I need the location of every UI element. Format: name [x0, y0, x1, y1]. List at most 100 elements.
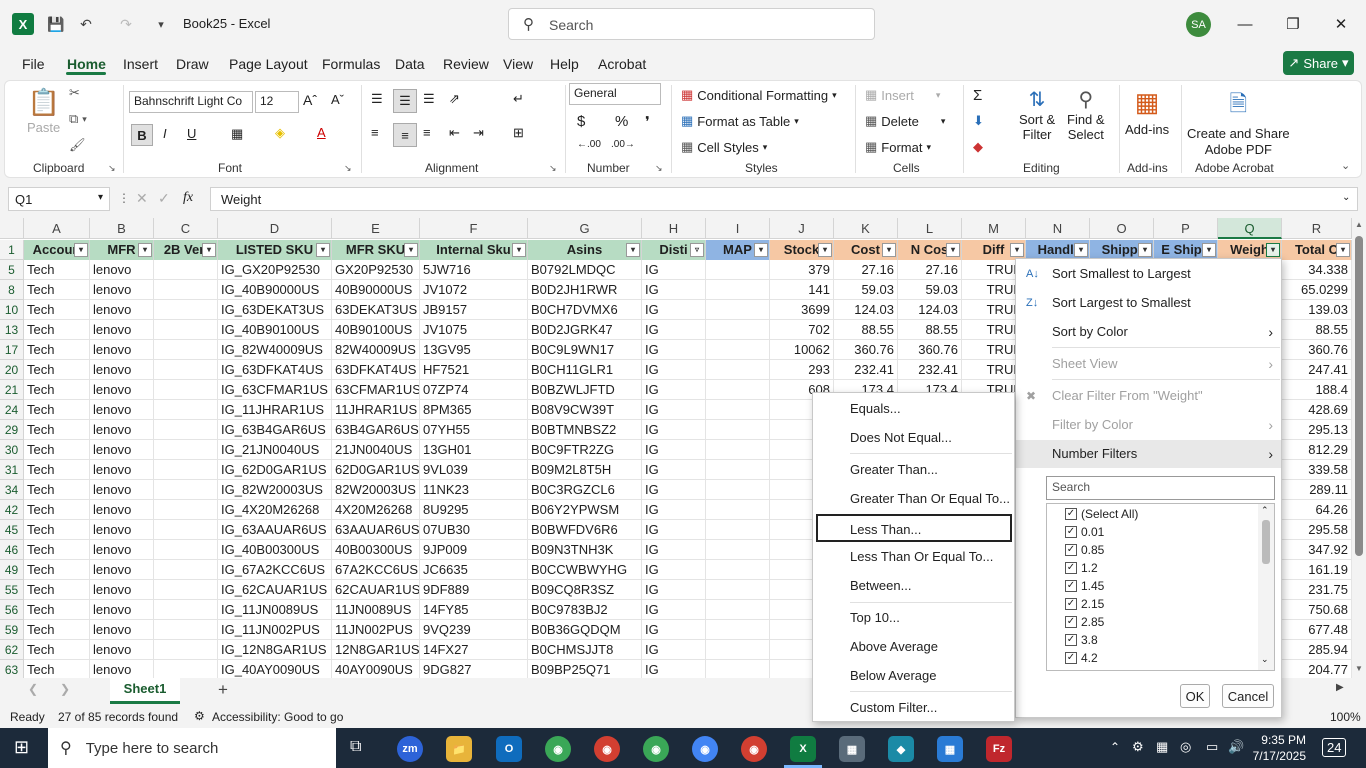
- table-cell[interactable]: 295.13: [1282, 420, 1352, 440]
- table-cell[interactable]: lenovo: [90, 300, 154, 320]
- table-cell[interactable]: lenovo: [90, 440, 154, 460]
- decrease-decimal-icon[interactable]: .00→: [611, 139, 635, 150]
- table-cell[interactable]: lenovo: [90, 360, 154, 380]
- table-cell[interactable]: lenovo: [90, 620, 154, 640]
- app-icon[interactable]: ▦: [937, 736, 963, 762]
- table-cell[interactable]: 07UB30: [420, 520, 528, 540]
- table-cell[interactable]: 40B90000US: [332, 280, 420, 300]
- filter-dropdown-icon[interactable]: ▾: [404, 243, 418, 257]
- row-header[interactable]: 5: [0, 260, 24, 280]
- vertical-scrollbar[interactable]: ▲ ▼: [1352, 218, 1366, 678]
- header-cell[interactable]: Accoun ▾: [24, 240, 90, 260]
- table-cell[interactable]: 141: [770, 280, 834, 300]
- number-filters-item[interactable]: Number Filters ›: [1016, 440, 1281, 468]
- ok-button[interactable]: OK: [1180, 684, 1210, 708]
- table-cell[interactable]: [154, 400, 218, 420]
- table-cell[interactable]: [154, 380, 218, 400]
- checkbox[interactable]: ✓: [1065, 652, 1077, 664]
- expand-formula-icon[interactable]: ⌄: [1342, 192, 1350, 203]
- table-cell[interactable]: 139.03: [1282, 300, 1352, 320]
- table-cell[interactable]: 27.16: [898, 260, 962, 280]
- table-cell[interactable]: IG_11JHRAR1US: [218, 400, 332, 420]
- table-cell[interactable]: IG: [642, 340, 706, 360]
- table-cell[interactable]: lenovo: [90, 460, 154, 480]
- chevron-up-icon[interactable]: ⌃: [1261, 505, 1269, 516]
- table-cell[interactable]: lenovo: [90, 540, 154, 560]
- table-cell[interactable]: [154, 620, 218, 640]
- table-cell[interactable]: Tech: [24, 340, 90, 360]
- app-icon[interactable]: ◆: [888, 736, 914, 762]
- table-cell[interactable]: lenovo: [90, 660, 154, 678]
- table-cell[interactable]: 13GH01: [420, 440, 528, 460]
- align-top-icon[interactable]: ☰: [371, 91, 383, 107]
- column-header-d[interactable]: D: [218, 218, 332, 239]
- table-cell[interactable]: Tech: [24, 520, 90, 540]
- create-pdf-button[interactable]: 🗎 Create and Share Adobe PDF: [1187, 87, 1290, 157]
- table-cell[interactable]: Tech: [24, 420, 90, 440]
- filter-value-item[interactable]: ✓ 1.2: [1065, 559, 1098, 577]
- table-cell[interactable]: [706, 360, 770, 380]
- row-header[interactable]: 21: [0, 380, 24, 400]
- table-cell[interactable]: Tech: [24, 400, 90, 420]
- table-cell[interactable]: JV1075: [420, 320, 528, 340]
- filter-dropdown-icon[interactable]: ▾: [512, 243, 526, 257]
- table-cell[interactable]: 88.55: [834, 320, 898, 340]
- table-cell[interactable]: B0C9L9WN17: [528, 340, 642, 360]
- table-cell[interactable]: IG: [642, 600, 706, 620]
- zoom-app-icon[interactable]: zm: [397, 736, 423, 762]
- scroll-down-icon[interactable]: ▼: [1355, 664, 1363, 673]
- fill-icon[interactable]: ⬇: [973, 113, 984, 129]
- table-cell[interactable]: [154, 580, 218, 600]
- row-header[interactable]: 49: [0, 560, 24, 580]
- paste-button[interactable]: 📋 Paste: [27, 87, 60, 135]
- table-cell[interactable]: Tech: [24, 500, 90, 520]
- table-cell[interactable]: IG: [642, 260, 706, 280]
- tab-formulas[interactable]: Formulas: [322, 56, 380, 72]
- increase-font-icon[interactable]: Aˆ: [303, 92, 317, 108]
- table-cell[interactable]: [154, 260, 218, 280]
- checkbox[interactable]: ✓: [1065, 616, 1077, 628]
- scroll-right-icon[interactable]: ▶: [1336, 682, 1344, 693]
- table-cell[interactable]: IG_63AAUAR6US: [218, 520, 332, 540]
- table-cell[interactable]: [154, 520, 218, 540]
- table-cell[interactable]: [154, 440, 218, 460]
- filter-dropdown-icon[interactable]: ▾: [1074, 243, 1088, 257]
- column-header-m[interactable]: M: [962, 218, 1026, 239]
- italic-button[interactable]: I: [163, 126, 167, 141]
- align-center-icon[interactable]: ≡: [393, 123, 417, 147]
- table-cell[interactable]: 63DFKAT4US: [332, 360, 420, 380]
- table-cell[interactable]: IG_63DEKAT3US: [218, 300, 332, 320]
- filter-dropdown-icon[interactable]: ▾: [1266, 243, 1280, 257]
- table-cell[interactable]: [706, 400, 770, 420]
- wrap-text-icon[interactable]: ↵: [513, 91, 524, 107]
- table-cell[interactable]: [706, 640, 770, 660]
- filter-dropdown-icon[interactable]: ▾: [1202, 243, 1216, 257]
- chrome-profile-icon[interactable]: ◉: [643, 736, 669, 762]
- header-cell[interactable]: Shippi ▾: [1090, 240, 1154, 260]
- table-cell[interactable]: [706, 340, 770, 360]
- filter-dropdown-icon[interactable]: ▾: [138, 243, 152, 257]
- table-cell[interactable]: [154, 540, 218, 560]
- table-cell[interactable]: IG_67A2KCC6US: [218, 560, 332, 580]
- tab-acrobat[interactable]: Acrobat: [598, 56, 646, 72]
- checkbox[interactable]: ✓: [1065, 598, 1077, 610]
- table-cell[interactable]: 5JW716: [420, 260, 528, 280]
- cell-styles-button[interactable]: ▦ Cell Styles ▾: [681, 139, 767, 155]
- cancel-button[interactable]: Cancel: [1222, 684, 1274, 708]
- table-cell[interactable]: B0BWFDV6R6: [528, 520, 642, 540]
- table-cell[interactable]: 9JP009: [420, 540, 528, 560]
- tab-review[interactable]: Review: [443, 56, 489, 72]
- table-cell[interactable]: Tech: [24, 620, 90, 640]
- header-cell[interactable]: Cost ▾: [834, 240, 898, 260]
- filter-dropdown-icon[interactable]: ▾: [754, 243, 768, 257]
- filter-dropdown-icon[interactable]: ▾: [202, 243, 216, 257]
- table-cell[interactable]: B06Y2YPWSM: [528, 500, 642, 520]
- table-cell[interactable]: [154, 640, 218, 660]
- file-explorer-icon[interactable]: 📁: [446, 736, 472, 762]
- table-cell[interactable]: lenovo: [90, 260, 154, 280]
- percent-icon[interactable]: %: [615, 113, 628, 130]
- header-cell[interactable]: MFR ▾: [90, 240, 154, 260]
- filter-value-item[interactable]: ✓ 2.15: [1065, 595, 1104, 613]
- outlook-icon[interactable]: O: [496, 736, 522, 762]
- scroll-up-icon[interactable]: ▲: [1355, 220, 1363, 229]
